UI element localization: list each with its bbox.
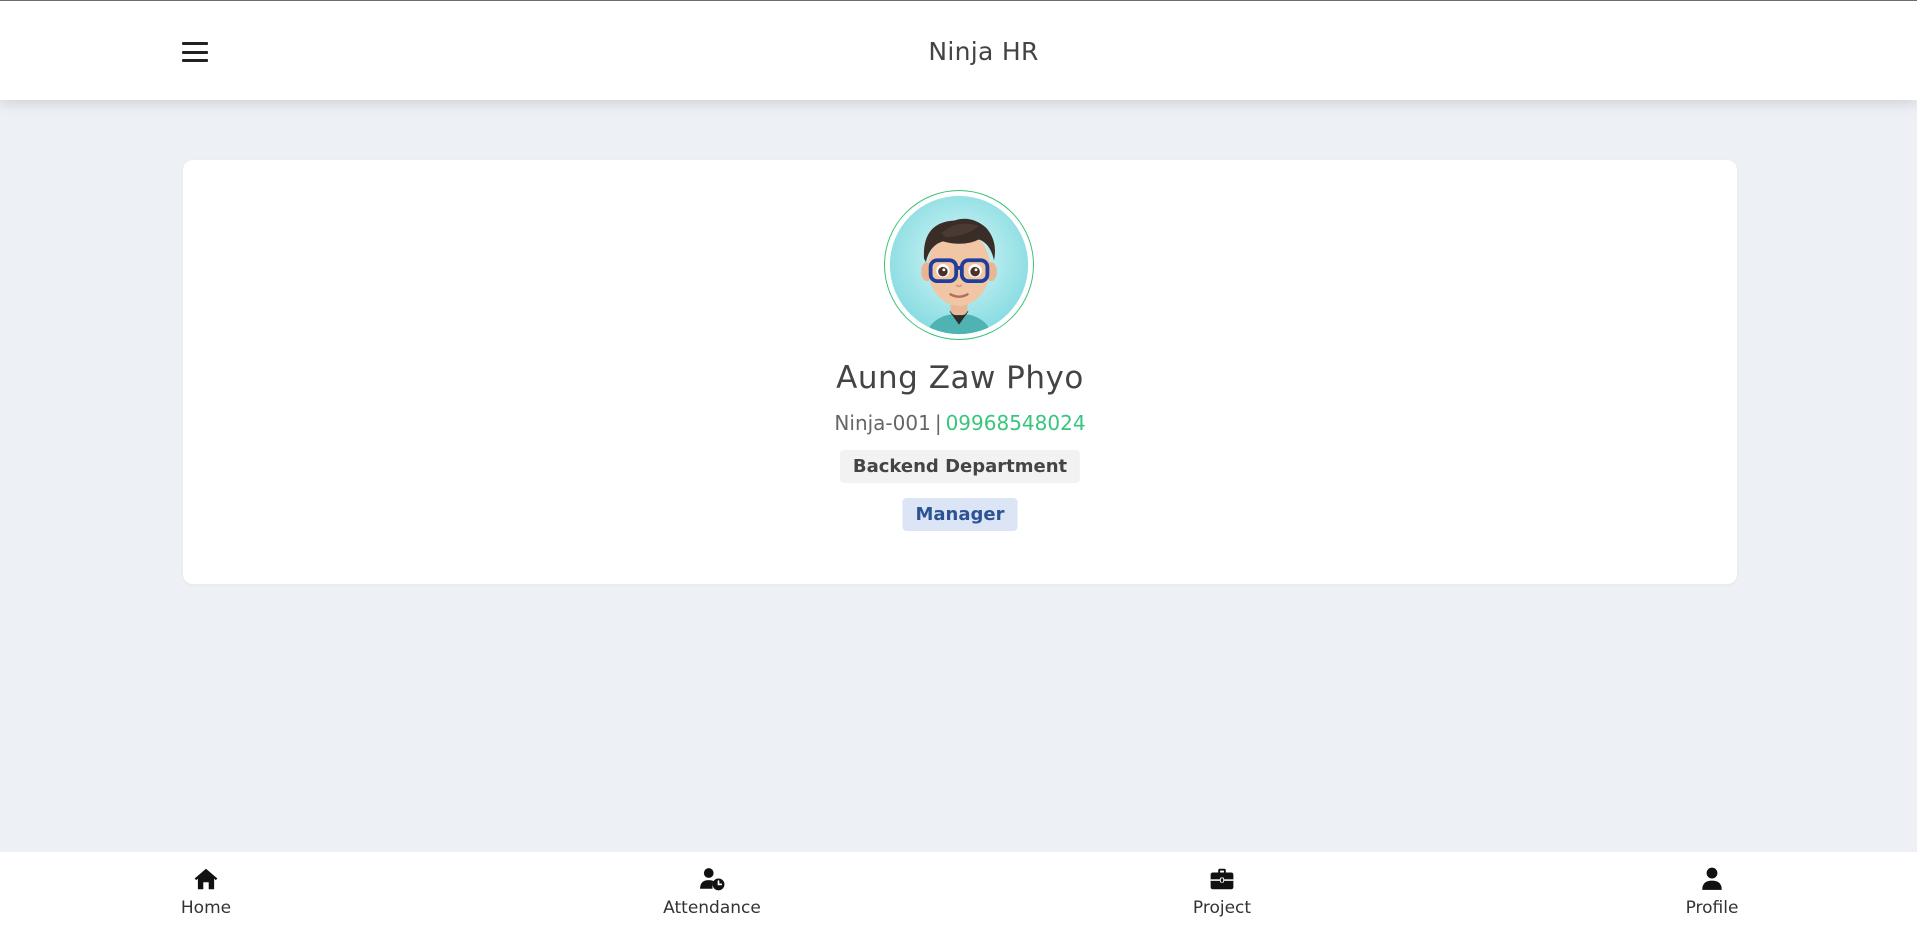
phone-number: 09968548024 <box>945 411 1086 435</box>
employee-id: Ninja-001 <box>834 411 931 435</box>
home-icon <box>194 868 218 890</box>
avatar <box>884 190 1034 340</box>
avatar-image <box>889 195 1029 335</box>
nav-item-project[interactable]: Project <box>1152 866 1292 918</box>
top-app-bar: Ninja HR <box>0 0 1917 100</box>
department-badge: Backend Department <box>839 450 1081 483</box>
nav-item-attendance[interactable]: Attendance <box>642 866 782 918</box>
employee-name: Aung Zaw Phyo <box>836 360 1084 396</box>
app-title: Ninja HR <box>928 37 1039 66</box>
bottom-navigation: Home Attendance Project Profile <box>0 852 1917 933</box>
nav-label-project: Project <box>1192 898 1252 918</box>
nav-item-home[interactable]: Home <box>136 866 276 918</box>
profile-card: Aung Zaw Phyo Ninja-001 | 09968548024 Back… <box>183 160 1737 584</box>
nav-item-profile[interactable]: Profile <box>1642 866 1782 918</box>
briefcase-icon <box>1210 868 1234 890</box>
user-clock-icon <box>700 868 725 891</box>
nav-label-attendance: Attendance <box>663 898 761 918</box>
nav-label-home: Home <box>180 898 232 918</box>
employee-meta: Ninja-001 | 09968548024 <box>183 411 1737 435</box>
role-badge: Manager <box>902 498 1018 531</box>
nav-label-profile: Profile <box>1685 898 1739 918</box>
meta-separator: | <box>934 411 942 435</box>
user-icon <box>1702 867 1722 890</box>
